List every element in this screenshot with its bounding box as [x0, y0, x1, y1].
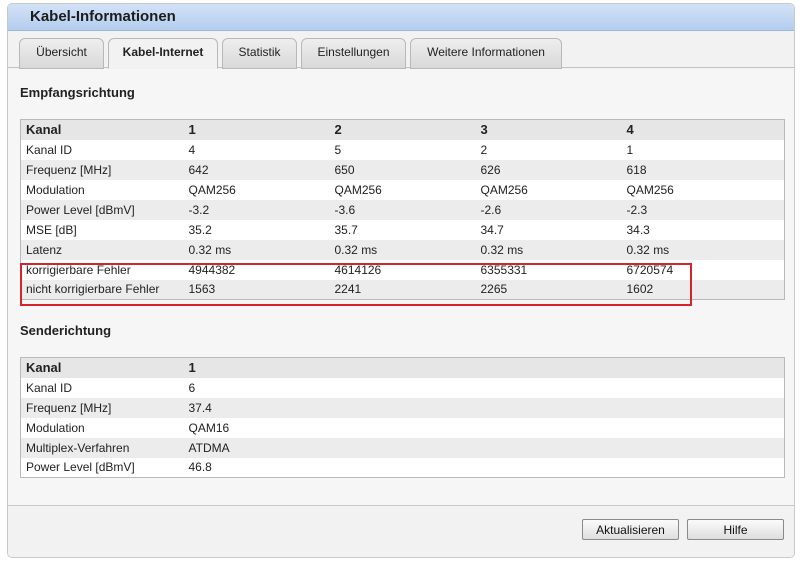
table-row: Modulation QAM256 QAM256 QAM256 QAM256	[21, 180, 785, 200]
table-cell: ATDMA	[183, 437, 785, 458]
table-cell: 34.7	[480, 222, 504, 237]
table-row: Kanal ID 6	[21, 378, 785, 398]
table-cell: 0.32 ms	[329, 239, 476, 260]
row-label: Kanal ID	[26, 380, 73, 395]
table-cell: 6720574	[626, 262, 674, 277]
tab-bar: Übersicht Kabel-Internet Statistik Einst…	[8, 38, 794, 69]
table-cell: -2.6	[475, 199, 622, 220]
table-cell: 4944382	[188, 262, 236, 277]
table-row: Multiplex-Verfahren ATDMA	[20, 437, 785, 458]
tab-more-info[interactable]: Weitere Informationen	[410, 38, 562, 69]
row-label: Multiplex-Verfahren	[20, 437, 184, 458]
table-cell: 1	[626, 142, 634, 157]
table-row: Kanal ID 4 5 2 1	[21, 140, 785, 160]
table-cell: QAM16	[188, 420, 230, 435]
tab-cable-internet[interactable]: Kabel-Internet	[108, 38, 218, 69]
help-button[interactable]: Hilfe	[687, 519, 784, 540]
header-cell: 1	[183, 357, 785, 378]
table-cell: 46.8	[188, 460, 212, 475]
row-label: nicht korrigierbare Fehler	[20, 279, 184, 300]
row-label: Frequenz [MHz]	[20, 159, 184, 180]
table-cell: 650	[329, 159, 476, 180]
table-row: Power Level [dBmV] -3.2 -3.6 -2.6 -2.3	[20, 199, 785, 220]
tab-statistics[interactable]: Statistik	[222, 38, 297, 69]
table-header-row: Kanal 1	[20, 357, 785, 378]
header-cell: Kanal	[20, 357, 184, 378]
upstream-title: Senderichtung	[20, 323, 112, 338]
table-cell: 5	[334, 142, 342, 157]
table-cell: 6355331	[480, 262, 528, 277]
row-label: Power Level [dBmV]	[20, 199, 184, 220]
table-cell: 4	[188, 142, 196, 157]
table-cell: -3.2	[183, 199, 330, 220]
table-cell: 37.4	[183, 397, 785, 418]
tab-content: Empfangsrichtung Kanal 1 2 3 4 Kanal ID …	[8, 69, 794, 505]
table-cell: -2.3	[621, 199, 785, 220]
table-row: Power Level [dBmV] 46.8	[21, 458, 785, 478]
row-label: Latenz	[20, 239, 184, 260]
table-cell: 642	[183, 159, 330, 180]
table-row: nicht korrigierbare Fehler 1563 2241 226…	[20, 279, 785, 300]
header-cell: 1	[183, 119, 330, 140]
table-cell: -3.6	[329, 199, 476, 220]
header-cell: 3	[475, 119, 622, 140]
table-cell: 2265	[475, 279, 622, 300]
table-row: korrigierbare Fehler 4944382 4614126 635…	[21, 260, 785, 280]
header-cell: Kanal	[20, 119, 184, 140]
upstream-table: Kanal 1 Kanal ID 6 Frequenz [MHz] 37.4 M…	[20, 357, 785, 478]
table-cell: 0.32 ms	[621, 239, 785, 260]
tab-overview[interactable]: Übersicht	[19, 38, 104, 69]
table-cell: 34.3	[626, 222, 650, 237]
table-cell: 2241	[329, 279, 476, 300]
table-row: Frequenz [MHz] 37.4	[20, 397, 785, 418]
table-cell: 35.2	[188, 222, 212, 237]
downstream-title: Empfangsrichtung	[20, 85, 135, 100]
table-row: Frequenz [MHz] 642 650 626 618	[20, 159, 785, 180]
row-label: Modulation	[26, 182, 85, 197]
table-cell: 1563	[183, 279, 330, 300]
row-label: Kanal ID	[26, 142, 73, 157]
table-row: Latenz 0.32 ms 0.32 ms 0.32 ms 0.32 ms	[20, 239, 785, 260]
table-cell: 6	[188, 380, 196, 395]
table-cell: 1602	[621, 279, 785, 300]
window-title: Kabel-Informationen	[8, 4, 794, 31]
table-cell: 618	[621, 159, 785, 180]
table-row: MSE [dB] 35.2 35.7 34.7 34.3	[21, 220, 785, 240]
row-label: korrigierbare Fehler	[26, 262, 131, 277]
row-label: MSE [dB]	[26, 222, 77, 237]
table-cell: QAM256	[188, 182, 236, 197]
row-label: Frequenz [MHz]	[20, 397, 184, 418]
table-cell: QAM256	[334, 182, 382, 197]
tab-settings[interactable]: Einstellungen	[301, 38, 406, 69]
footer-bar: Aktualisieren Hilfe	[8, 505, 794, 557]
table-cell: 0.32 ms	[475, 239, 622, 260]
header-cell: 2	[329, 119, 476, 140]
row-label: Power Level [dBmV]	[26, 460, 135, 475]
table-cell: 626	[475, 159, 622, 180]
table-row: Modulation QAM16	[21, 418, 785, 438]
table-cell: 2	[480, 142, 488, 157]
cable-info-window: Kabel-Informationen Übersicht Kabel-Inte…	[7, 3, 795, 558]
table-cell: QAM256	[480, 182, 528, 197]
downstream-table: Kanal 1 2 3 4 Kanal ID 4 5 2 1 Frequenz …	[20, 119, 785, 300]
header-cell: 4	[621, 119, 785, 140]
row-label: Modulation	[26, 420, 85, 435]
table-cell: 4614126	[334, 262, 382, 277]
table-header-row: Kanal 1 2 3 4	[20, 119, 785, 140]
table-cell: 35.7	[334, 222, 358, 237]
table-cell: 0.32 ms	[183, 239, 330, 260]
refresh-button[interactable]: Aktualisieren	[582, 519, 679, 540]
table-cell: QAM256	[626, 182, 674, 197]
